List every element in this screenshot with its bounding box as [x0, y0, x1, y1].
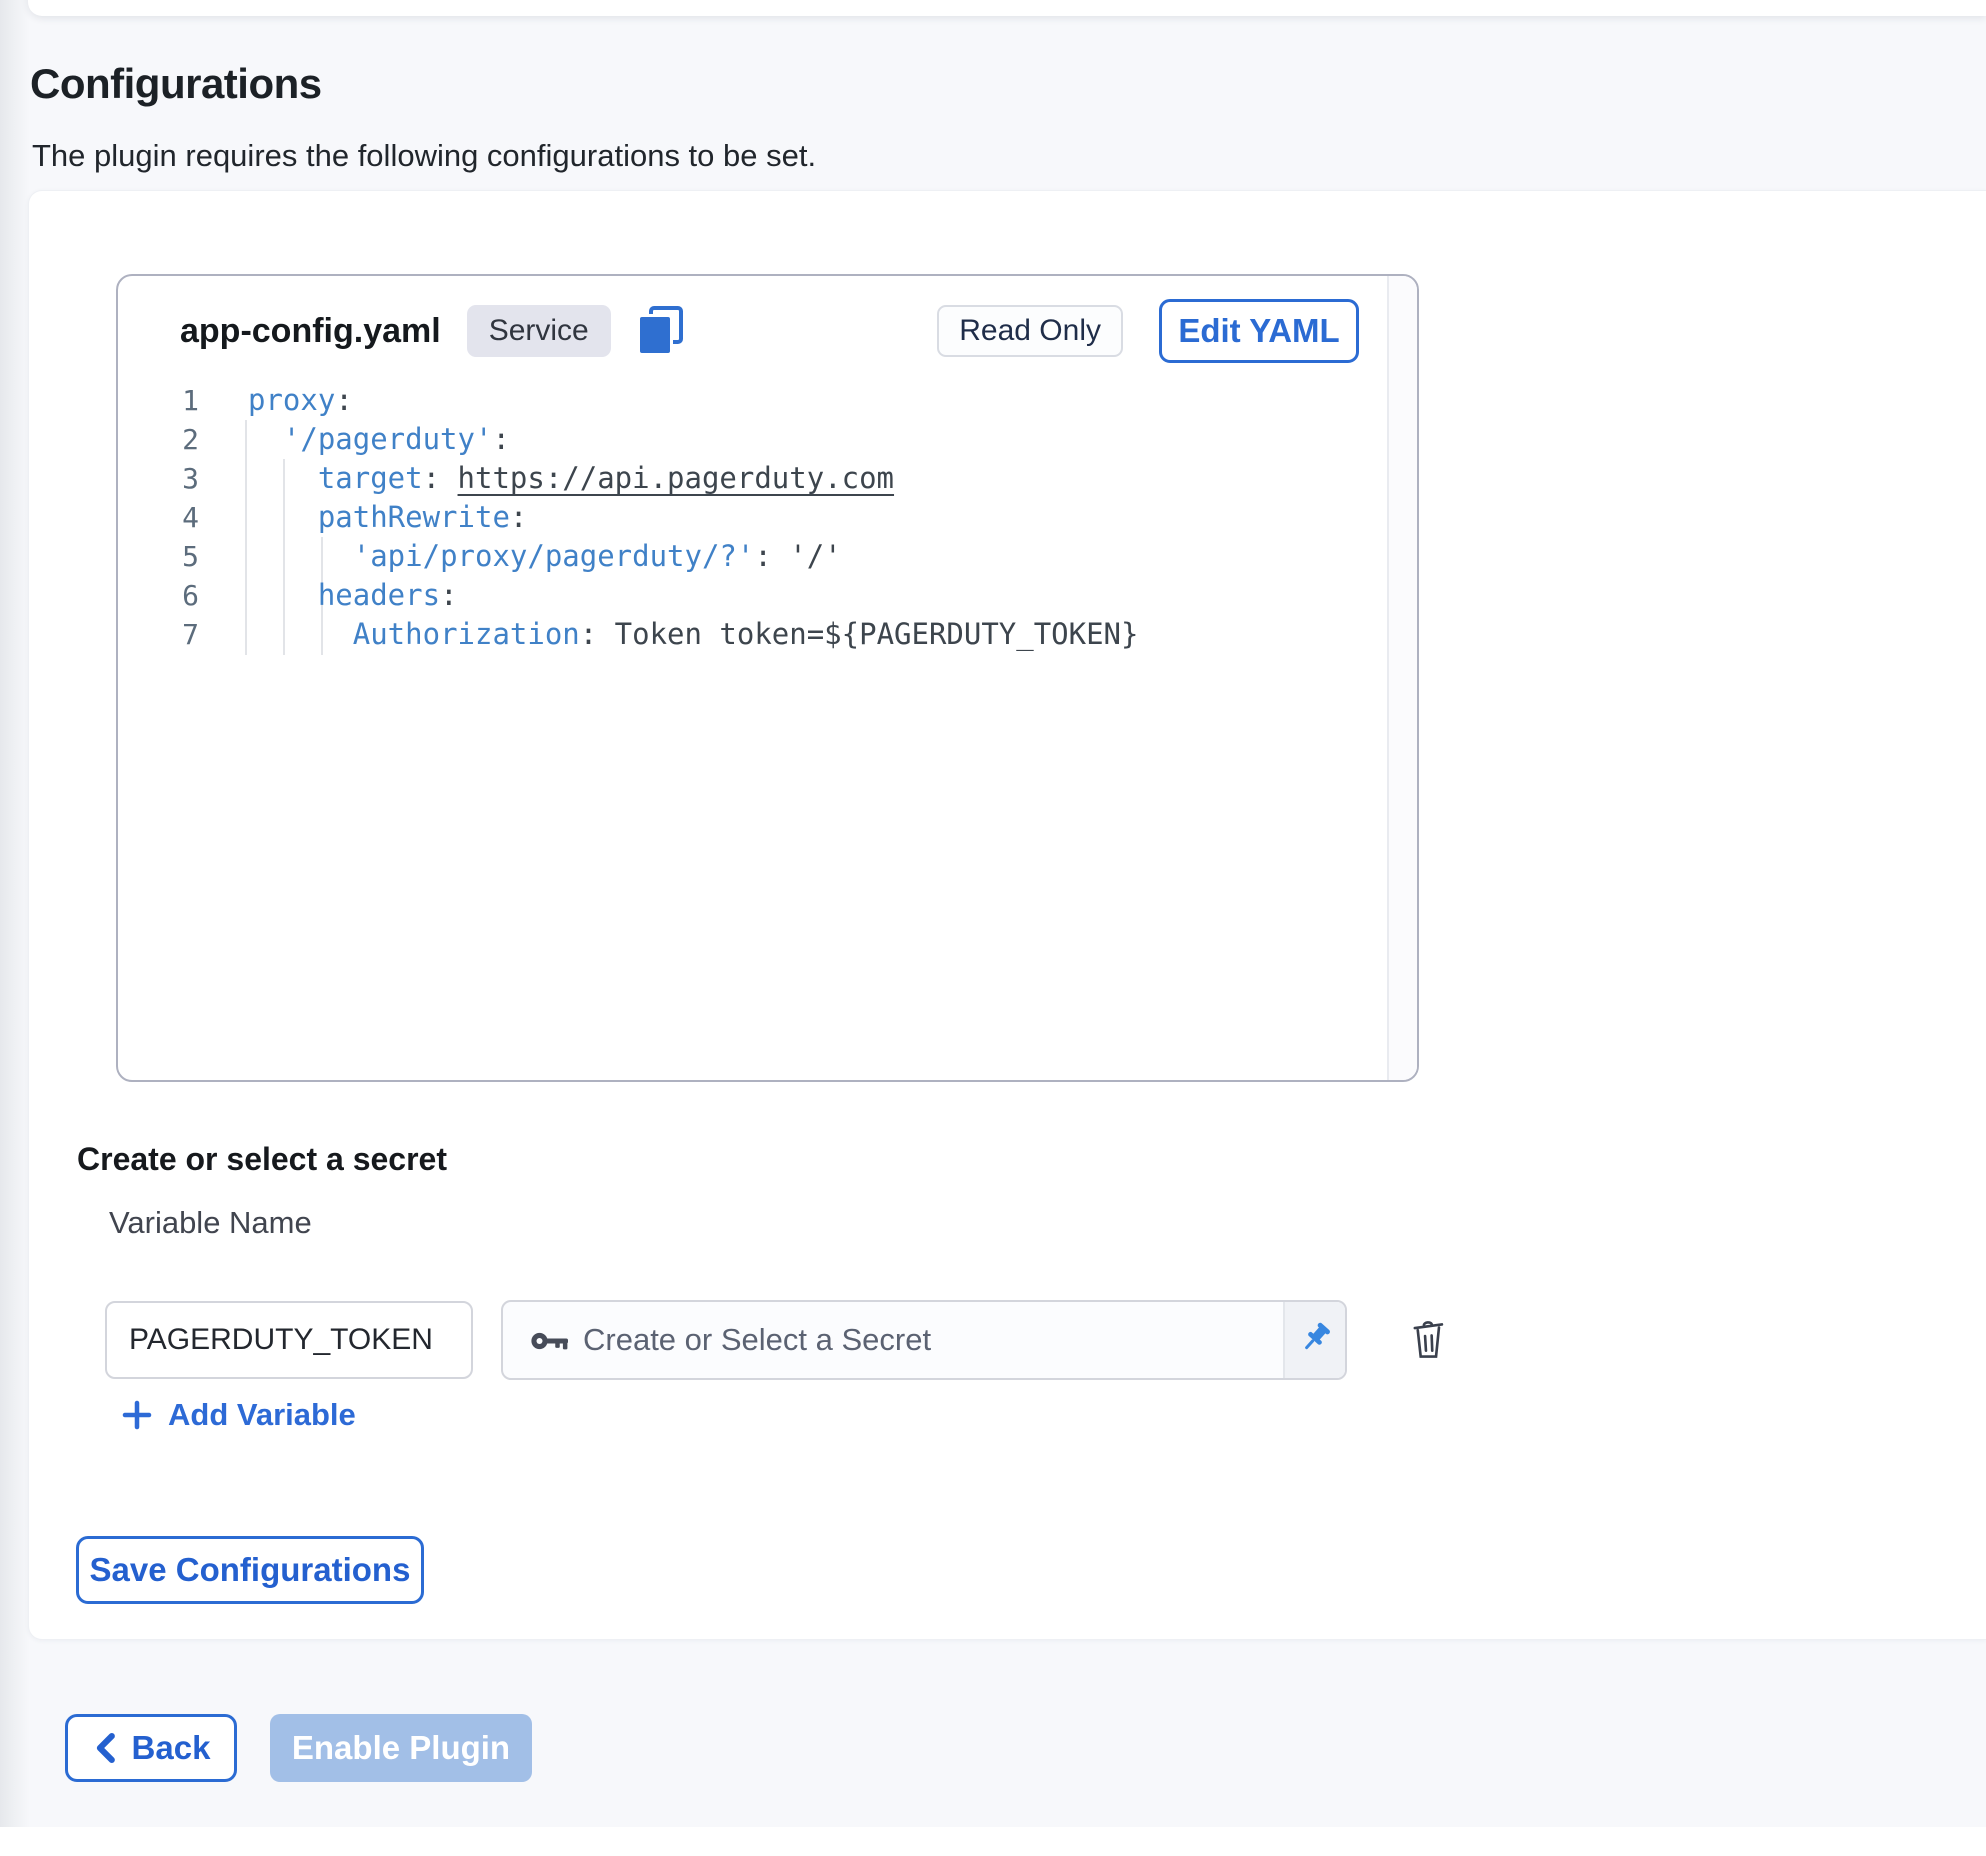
code-line: 7 Authorization: Token token=${PAGERDUTY…	[118, 615, 1385, 654]
read-only-badge: Read Only	[937, 305, 1123, 357]
line-number: 2	[118, 420, 199, 459]
variable-name-input[interactable]	[105, 1301, 473, 1379]
editor-filename: app-config.yaml	[180, 312, 441, 351]
previous-card-edge	[28, 0, 1986, 16]
line-number: 1	[118, 381, 199, 420]
left-gutter-shadow	[0, 0, 30, 1827]
save-configurations-button[interactable]: Save Configurations	[76, 1536, 424, 1604]
code-line: 2 '/pagerduty':	[118, 420, 1385, 459]
copy-icon-front	[637, 314, 673, 356]
code-line: 4 pathRewrite:	[118, 498, 1385, 537]
secret-section-heading: Create or select a secret	[77, 1141, 447, 1178]
copy-icon[interactable]	[637, 306, 683, 356]
back-button[interactable]: Back	[65, 1714, 237, 1782]
editor-actions: Read Only Edit YAML	[937, 298, 1359, 364]
chevron-left-icon	[92, 1731, 118, 1765]
key-icon	[529, 1322, 571, 1360]
trash-icon	[1409, 1313, 1447, 1365]
code-text: headers:	[199, 576, 458, 615]
code-line: 1proxy:	[118, 381, 1385, 420]
delete-variable-button[interactable]	[1403, 1311, 1453, 1367]
service-badge: Service	[467, 305, 611, 357]
code-line: 3 target: https://api.pagerduty.com	[118, 459, 1385, 498]
line-number: 7	[118, 615, 199, 654]
code-text: target: https://api.pagerduty.com	[199, 459, 894, 498]
add-variable-button[interactable]: Add Variable	[121, 1397, 356, 1433]
code-line: 6 headers:	[118, 576, 1385, 615]
pin-icon	[1295, 1320, 1335, 1360]
secret-select-placeholder: Create or Select a Secret	[583, 1302, 931, 1378]
editor-header: app-config.yaml Service	[180, 298, 683, 364]
variable-name-label: Variable Name	[109, 1205, 312, 1241]
enable-plugin-button[interactable]: Enable Plugin	[270, 1714, 532, 1782]
code-line: 5 'api/proxy/pagerduty/?': '/'	[118, 537, 1385, 576]
page-title: Configurations	[30, 60, 322, 108]
back-button-label: Back	[132, 1729, 211, 1767]
page-subtitle: The plugin requires the following config…	[32, 138, 816, 174]
pin-button[interactable]	[1283, 1302, 1345, 1378]
code-text: '/pagerduty':	[199, 420, 510, 459]
line-number: 3	[118, 459, 199, 498]
line-number: 6	[118, 576, 199, 615]
plus-icon	[121, 1399, 153, 1431]
edit-yaml-button[interactable]: Edit YAML	[1159, 299, 1359, 363]
code-area: 1proxy:2 '/pagerduty':3 target: https://…	[118, 381, 1385, 654]
line-number: 5	[118, 537, 199, 576]
add-variable-label: Add Variable	[168, 1397, 356, 1433]
code-text: Authorization: Token token=${PAGERDUTY_T…	[199, 615, 1138, 654]
yaml-editor-panel: app-config.yaml Service Read Only Edit Y…	[116, 274, 1419, 1082]
editor-scrollbar[interactable]	[1387, 276, 1417, 1080]
secret-select[interactable]: Create or Select a Secret	[501, 1300, 1347, 1380]
line-number: 4	[118, 498, 199, 537]
configurations-card: app-config.yaml Service Read Only Edit Y…	[28, 190, 1986, 1640]
code-text: proxy:	[199, 381, 353, 420]
bottom-strip	[0, 1827, 1986, 1856]
code-text: pathRewrite:	[199, 498, 527, 537]
code-text: 'api/proxy/pagerduty/?': '/'	[199, 537, 842, 576]
